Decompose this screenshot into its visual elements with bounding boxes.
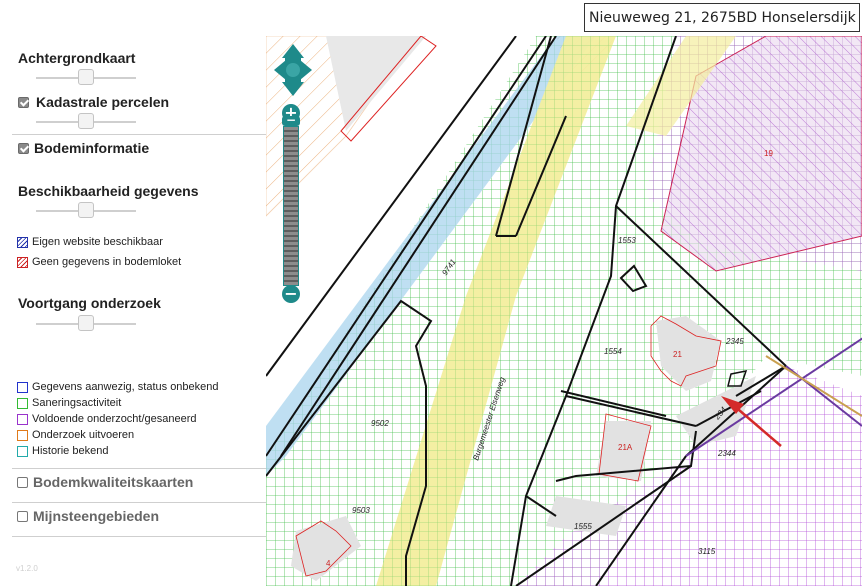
- legend-label: Voldoende onderzocht/gesaneerd: [32, 413, 197, 425]
- bodemkwaliteitskaarten-label: Bodemkwaliteitskaarten: [33, 474, 194, 490]
- zoom-control: + − −: [274, 44, 314, 306]
- orange-box-swatch: [17, 429, 28, 441]
- address-search-input[interactable]: [584, 3, 860, 32]
- divider: [12, 502, 266, 503]
- pan-arrows-icon[interactable]: [274, 44, 312, 96]
- slider-thumb[interactable]: [78, 69, 94, 85]
- beschikbaarheid-title: Beschikbaarheid gegevens: [18, 183, 199, 199]
- parcel-label-21: 21: [673, 350, 682, 359]
- parcel-label-9503: 9503: [352, 506, 370, 515]
- divider: [12, 468, 266, 469]
- teal-box-swatch: [17, 445, 28, 457]
- bodemkwaliteitskaarten-checkbox[interactable]: [17, 476, 28, 488]
- legend-item-historie: Historie bekend: [17, 445, 108, 457]
- legend-label: Geen gegevens in bodemloket: [32, 256, 182, 268]
- legend-item-voldoende: Voldoende onderzocht/gesaneerd: [17, 413, 197, 425]
- bodeminformatie-label: Bodeminformatie: [34, 140, 150, 156]
- mijnsteengebieden-label: Mijnsteengebieden: [33, 508, 160, 524]
- achtergrondkaart-title: Achtergrondkaart: [18, 50, 136, 66]
- blue-box-swatch: [17, 381, 28, 393]
- zoom-in-minus-button[interactable]: −: [282, 114, 300, 126]
- kadastrale-checkbox[interactable]: [18, 96, 29, 108]
- legend-item-eigen-website: Eigen website beschikbaar: [17, 236, 163, 248]
- parcel-label-1553: 1553: [618, 236, 636, 245]
- legend-label: Gegevens aanwezig, status onbekend: [32, 381, 219, 393]
- kadastrale-toggle[interactable]: Kadastrale percelen: [18, 94, 169, 110]
- voortgang-title: Voortgang onderzoek: [18, 295, 161, 311]
- parcel-label-21a: 21A: [618, 443, 633, 452]
- map-canvas[interactable]: 1553 1554 21 2345 2344 19 9741 9502 9503…: [266, 36, 862, 586]
- kadastrale-opacity-slider[interactable]: [36, 113, 136, 129]
- achtergrondkaart-opacity-slider[interactable]: [36, 69, 136, 85]
- purple-box-swatch: [17, 413, 28, 425]
- hatch-blue-swatch: [17, 236, 28, 248]
- green-box-swatch: [17, 397, 28, 409]
- legend-item-status-onbekend: Gegevens aanwezig, status onbekend: [17, 381, 219, 393]
- legend-label: Saneringsactiviteit: [32, 397, 122, 409]
- mijnsteengebieden-toggle[interactable]: Mijnsteengebieden: [17, 508, 159, 524]
- zoom-out-button[interactable]: −: [282, 285, 300, 303]
- mijnsteengebieden-checkbox[interactable]: [17, 510, 28, 522]
- parcel-label-1555: 1555: [574, 522, 592, 531]
- parcel-label-3115: 3115: [698, 547, 716, 556]
- bodemkwaliteitskaarten-toggle[interactable]: Bodemkwaliteitskaarten: [17, 474, 193, 490]
- zoom-slider-track[interactable]: [283, 126, 299, 286]
- legend-item-sanering: Saneringsactiviteit: [17, 397, 121, 409]
- parcel-label-2344: 2344: [717, 449, 736, 458]
- kadastrale-label: Kadastrale percelen: [36, 94, 170, 110]
- parcel-label-2345: 2345: [725, 337, 744, 346]
- divider: [12, 536, 266, 537]
- bodeminformatie-toggle[interactable]: Bodeminformatie: [18, 140, 149, 156]
- legend-label: Eigen website beschikbaar: [32, 236, 163, 248]
- slider-thumb[interactable]: [78, 113, 94, 129]
- parcel-label-19: 19: [764, 149, 773, 158]
- parcel-label-9502: 9502: [371, 419, 389, 428]
- voortgang-opacity-slider[interactable]: [36, 315, 136, 331]
- map-svg: 1553 1554 21 2345 2344 19 9741 9502 9503…: [266, 36, 862, 586]
- hatch-red-swatch: [17, 256, 28, 268]
- parcel-label-4: 4: [326, 559, 331, 568]
- layer-panel: Achtergrondkaart Kadastrale percelen Bod…: [0, 0, 266, 586]
- legend-item-onderzoek: Onderzoek uitvoeren: [17, 429, 134, 441]
- beschikbaarheid-opacity-slider[interactable]: [36, 202, 136, 218]
- bodeminformatie-checkbox[interactable]: [18, 142, 29, 154]
- slider-thumb[interactable]: [78, 315, 94, 331]
- legend-item-geen-gegevens: Geen gegevens in bodemloket: [17, 256, 181, 268]
- divider: [12, 134, 266, 135]
- version-label: v1.2.0: [16, 564, 38, 573]
- legend-label: Onderzoek uitvoeren: [32, 429, 135, 441]
- slider-thumb[interactable]: [78, 202, 94, 218]
- legend-label: Historie bekend: [32, 445, 109, 457]
- parcel-label-1554: 1554: [604, 347, 622, 356]
